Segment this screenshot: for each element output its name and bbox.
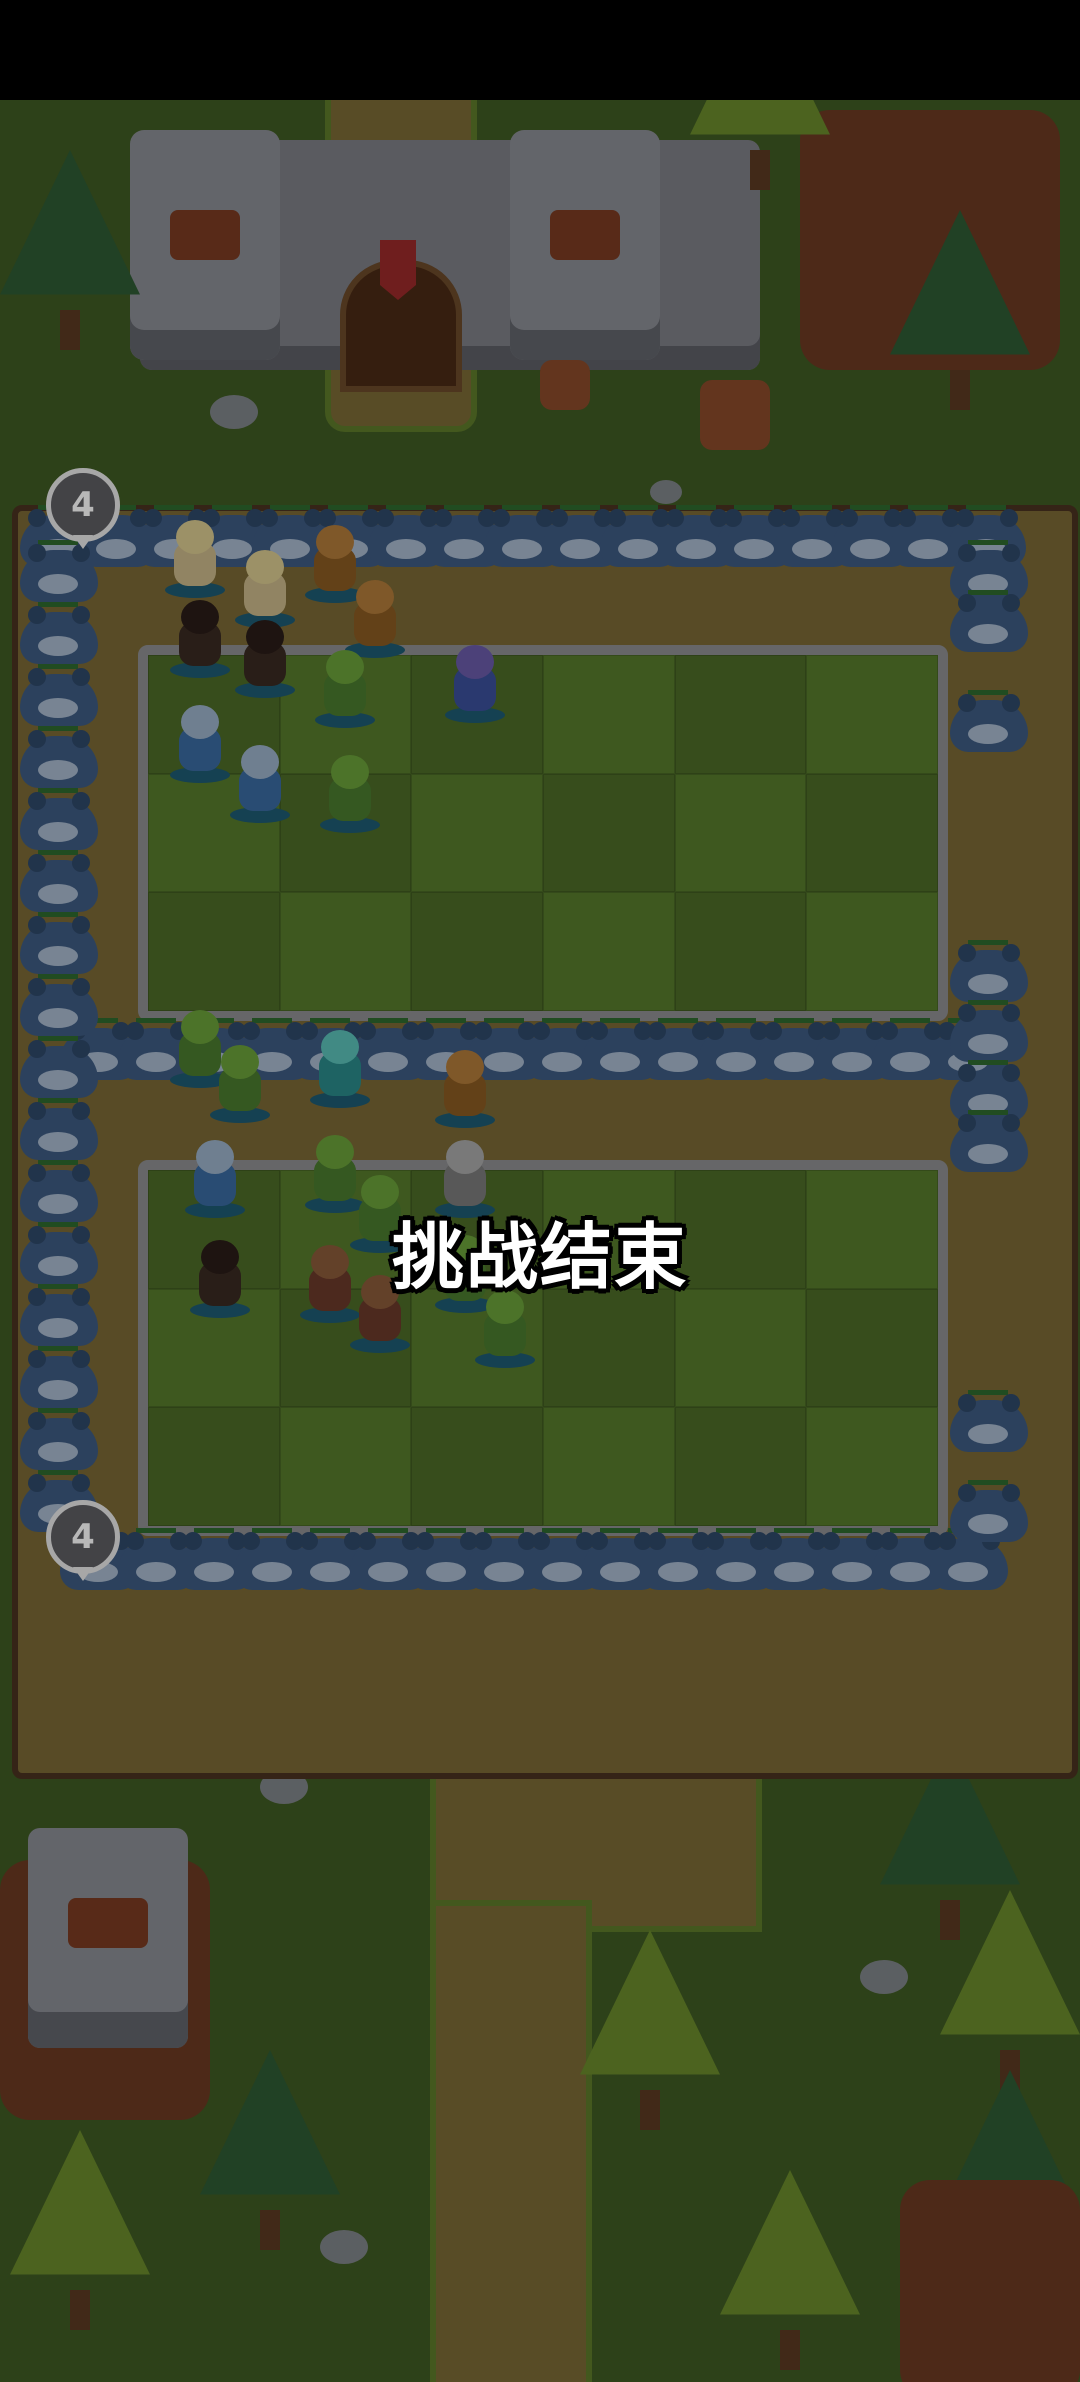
game-screen: 4 4 挑战结束 <box>0 0 1080 2382</box>
castle-tower-left <box>130 130 280 360</box>
hero-unit-icon <box>430 1050 500 1130</box>
hero-unit-icon <box>310 650 380 730</box>
hero-unit-icon <box>165 600 235 680</box>
hero-unit-icon <box>160 520 230 600</box>
wave-counter-bottom: 4 <box>46 1500 120 1581</box>
bear-enemy-icon <box>20 788 98 850</box>
rock-icon <box>320 2230 368 2264</box>
cliff-bottom-right <box>900 2180 1080 2382</box>
stump <box>540 360 590 410</box>
wave-counter-top: 4 <box>46 468 120 549</box>
battle-grid-top <box>138 645 948 1021</box>
bear-enemy-icon <box>950 1480 1028 1542</box>
hero-unit-icon <box>340 580 410 660</box>
hero-unit-icon <box>440 645 510 725</box>
south-path-lower <box>430 1900 592 2382</box>
bear-enemy-icon <box>950 1110 1028 1172</box>
challenge-end-text: 挑战结束 <box>391 1215 688 1299</box>
hero-unit-icon <box>225 745 295 825</box>
castle-tower-right <box>510 130 660 360</box>
bear-enemy-icon <box>950 690 1028 752</box>
status-bar-area <box>0 0 1080 100</box>
bear-enemy-icon <box>20 974 98 1036</box>
hero-unit-icon <box>305 1030 375 1110</box>
bear-enemy-icon <box>20 1346 98 1408</box>
bear-enemy-icon <box>950 1000 1028 1062</box>
outpost-tower <box>28 1828 188 2048</box>
bear-enemy-icon <box>20 540 98 602</box>
rock-icon <box>650 480 682 504</box>
bear-enemy-icon <box>20 664 98 726</box>
hero-unit-icon <box>205 1045 275 1125</box>
bear-enemy-icon <box>950 590 1028 652</box>
hero-unit-icon <box>230 620 300 700</box>
bear-enemy-icon <box>950 940 1028 1002</box>
hero-unit-icon <box>315 755 385 835</box>
hero-unit-icon <box>230 550 300 630</box>
rock-icon <box>860 1960 908 1994</box>
bear-enemy-icon <box>20 912 98 974</box>
bear-enemy-icon <box>20 1098 98 1160</box>
bear-enemy-icon <box>20 602 98 664</box>
bear-enemy-icon <box>20 1036 98 1098</box>
bear-enemy-icon <box>20 726 98 788</box>
bear-enemy-icon <box>20 850 98 912</box>
bear-enemy-icon <box>20 1408 98 1470</box>
rock-icon <box>210 395 258 429</box>
stump <box>700 380 770 450</box>
bear-enemy-icon <box>950 1390 1028 1452</box>
